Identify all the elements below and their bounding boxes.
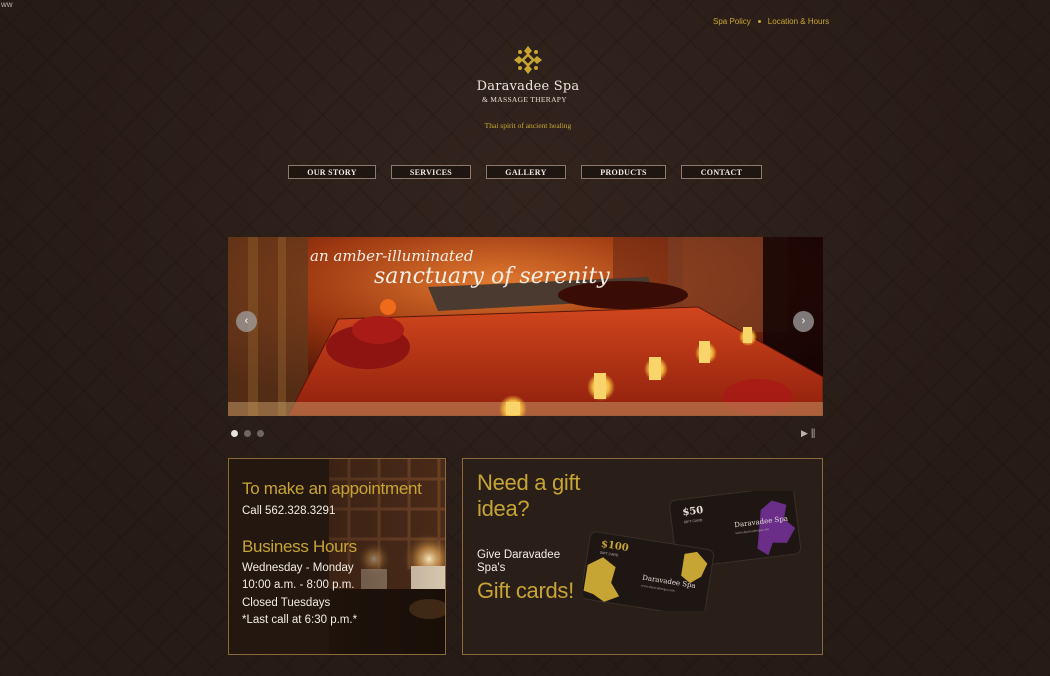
nav-products[interactable]: PRODUCTS: [581, 165, 666, 179]
phone-number[interactable]: Call 562.328.3291: [242, 503, 422, 521]
slider-dot-2[interactable]: [244, 430, 251, 437]
gift-question-line: idea?: [477, 496, 530, 521]
slider-dot-3[interactable]: [257, 430, 264, 437]
slider-caption-line1: an amber-illuminated: [310, 247, 474, 265]
gift-question-line: Need a gift: [477, 470, 581, 495]
logo-tagline: Thai spirit of ancient healing: [484, 121, 572, 130]
logo-subtitle: & MASSAGE THERAPY: [482, 95, 567, 104]
spa-policy-link[interactable]: Spa Policy: [713, 17, 751, 26]
gift-card-panel[interactable]: Need a gift idea? Give Daravadee Spa's G…: [462, 458, 823, 655]
gift-cards-link[interactable]: Gift cards!: [477, 578, 574, 604]
nav-our-story[interactable]: OUR STORY: [288, 165, 376, 179]
hours-line: *Last call at 6:30 p.m.*: [242, 614, 358, 626]
location-hours-link[interactable]: Location & Hours: [768, 17, 829, 26]
site-logo[interactable]: Daravadee Spa & MASSAGE THERAPY Thai spi…: [470, 45, 586, 130]
nav-gallery[interactable]: GALLERY: [486, 165, 566, 179]
slider-dot-1[interactable]: [231, 430, 238, 437]
logo-name: Daravadee Spa: [476, 79, 580, 94]
nav-services[interactable]: SERVICES: [391, 165, 471, 179]
hours-line: 10:00 a.m. - 8:00 p.m.: [242, 579, 355, 591]
appointment-heading: To make an appointment: [242, 479, 422, 498]
gift-give-line: Give Daravadee: [477, 549, 561, 561]
slider-controls: ▶ ||: [801, 428, 815, 439]
slider-prev-arrow-icon[interactable]: ‹: [236, 311, 257, 332]
corner-text: ww: [1, 0, 13, 9]
business-hours-heading: Business Hours: [242, 536, 357, 556]
play-icon[interactable]: ▶: [801, 428, 808, 439]
gift-give-line: Spa's: [477, 562, 506, 574]
gift-cards-image: $50 GIFT CARD Daravadee Spa www.daravade…: [583, 491, 802, 611]
hours-line: Wednesday - Monday: [242, 561, 354, 574]
gift-give-text: Give Daravadee Spa's: [477, 549, 560, 575]
slider-caption-line2: sanctuary of serenity: [374, 264, 610, 289]
hero-slider[interactable]: an amber-illuminated sanctuary of sereni…: [228, 237, 823, 416]
top-links: Spa Policy Location & Hours: [713, 17, 829, 26]
separator-dot: [757, 20, 761, 23]
lotus-ornament-icon: [514, 46, 542, 74]
pause-icon[interactable]: ||: [811, 428, 816, 439]
slider-pagination: [231, 430, 264, 437]
hours-line: Closed Tuesdays: [242, 596, 331, 609]
gift-question: Need a gift idea?: [477, 470, 580, 522]
nav-contact[interactable]: CONTACT: [681, 165, 762, 179]
appointment-panel: To make an appointment Call 562.328.3291…: [228, 458, 446, 655]
slider-next-arrow-icon[interactable]: ›: [793, 311, 814, 332]
